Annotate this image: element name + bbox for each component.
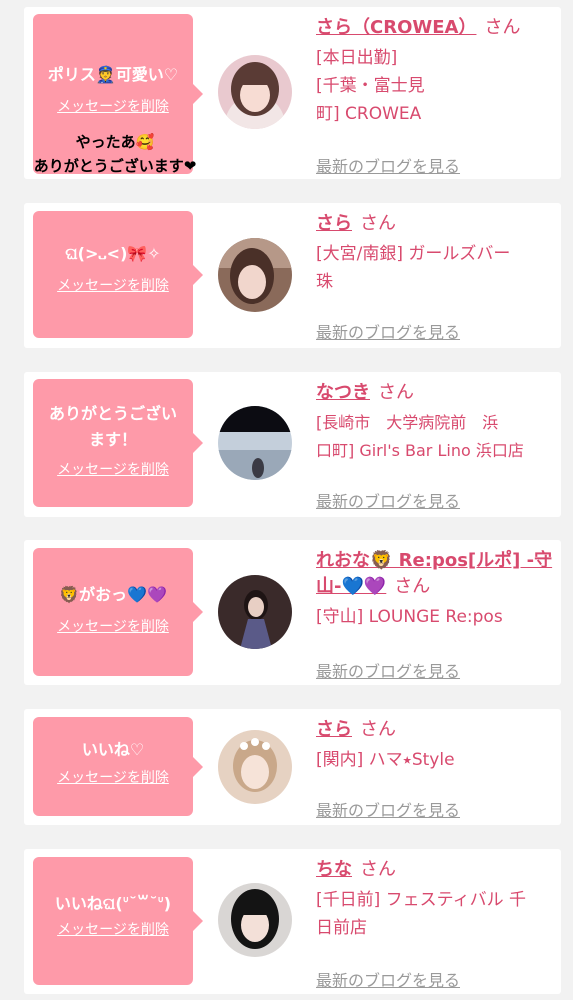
honorific: さん — [378, 382, 414, 403]
delete-message-link[interactable]: メッセージを削除 — [57, 275, 169, 295]
avatar[interactable] — [218, 55, 292, 129]
cast-info: さら（CROWEA） さん [本日出勤] [千葉・富士見 町] CROWEA 最新… — [316, 15, 554, 176]
cast-name-row: さら さん — [316, 211, 554, 237]
cast-info: さら さん [大宮/南銀] ガールズバー 珠 最新のブログを見る — [316, 211, 554, 342]
honorific: さん — [360, 719, 396, 740]
latest-blog-link[interactable]: 最新のブログを見る — [316, 319, 460, 343]
message-text: ポリス👮可愛い♡ — [47, 65, 179, 84]
cast-name-link[interactable]: なつき — [316, 382, 370, 403]
latest-blog-link[interactable]: 最新のブログを見る — [316, 797, 460, 821]
cast-info: さら さん [関内] ハマ⭑Style 最新のブログを見る — [316, 717, 554, 820]
message-text: 🦁がおっ💙💜 — [59, 585, 167, 604]
cast-name-row: れおな🦁 Re:pos[ルポ] -守山-💙💜 さん — [316, 548, 554, 600]
cast-name-link[interactable]: さら（CROWEA） — [316, 17, 476, 38]
message-bubble: ありがとうござい ます！ メッセージを削除 — [33, 379, 203, 507]
avatar-image — [218, 55, 292, 129]
message-bubble: ଘ(>᎑<)🎀✧ メッセージを削除 — [33, 211, 203, 338]
avatar[interactable] — [218, 575, 292, 649]
latest-blog-link[interactable]: 最新のブログを見る — [316, 658, 460, 682]
honorific: さん — [360, 213, 396, 234]
cast-name-link[interactable]: ちな — [316, 859, 352, 880]
latest-blog-link[interactable]: 最新のブログを見る — [316, 153, 460, 177]
avatar-image — [218, 406, 292, 480]
avatar[interactable] — [218, 238, 292, 312]
latest-blog-link[interactable]: 最新のブログを見る — [316, 488, 460, 512]
overlay-reply-text: やったあ🥰 ありがとうございます❤ — [33, 133, 197, 175]
latest-blog-link[interactable]: 最新のブログを見る — [316, 967, 460, 991]
cast-name-row: ちな さん — [316, 857, 554, 883]
shop-info: [本日出勤] [千葉・富士見 町] CROWEA — [316, 48, 425, 124]
delete-message-link[interactable]: メッセージを削除 — [57, 767, 169, 787]
honorific: さん — [484, 17, 521, 38]
avatar-image — [218, 238, 292, 312]
cast-name-link[interactable]: さら — [316, 213, 352, 234]
message-text: いいね♡ — [81, 740, 145, 759]
delete-message-link[interactable]: メッセージを削除 — [57, 919, 169, 939]
honorific: さん — [360, 859, 396, 880]
avatar[interactable] — [218, 730, 292, 804]
message-card: いいねଘ(ᐡ˘꒳˘ᐡ) メッセージを削除 ちな さん [千日前] フェスティバル … — [24, 849, 561, 994]
shop-info: [大宮/南銀] ガールズバー 珠 — [316, 244, 511, 292]
avatar-image — [218, 730, 292, 804]
cast-name-link[interactable]: れおな🦁 Re:pos[ルポ] -守山-💙💜 — [316, 550, 552, 597]
cast-name-row: さら（CROWEA） さん — [316, 15, 554, 41]
shop-info: [守山] LOUNGE Re:pos — [316, 607, 503, 627]
cast-info: れおな🦁 Re:pos[ルポ] -守山-💙💜 さん [守山] LOUNGE Re:… — [316, 548, 554, 681]
cast-name-link[interactable]: さら — [316, 719, 352, 740]
avatar-image — [218, 575, 292, 649]
cast-info: ちな さん [千日前] フェスティバル 千 日前店 最新のブログを見る — [316, 857, 554, 990]
message-card: 🦁がおっ💙💜 メッセージを削除 れおな🦁 Re:pos[ルポ] -守山-💙💜 さん… — [24, 540, 561, 685]
message-text: ଘ(>᎑<)🎀✧ — [65, 244, 161, 263]
message-bubble: いいね♡ メッセージを削除 — [33, 717, 203, 816]
cast-info: なつき さん [長崎市 大学病院前 浜 口町] Girl's Bar Lino 浜… — [316, 380, 554, 511]
honorific: さん — [394, 576, 431, 597]
delete-message-link[interactable]: メッセージを削除 — [57, 96, 169, 116]
delete-message-link[interactable]: メッセージを削除 — [57, 616, 169, 636]
message-bubble: 🦁がおっ💙💜 メッセージを削除 — [33, 548, 203, 676]
avatar[interactable] — [218, 883, 292, 957]
shop-info: [関内] ハマ⭑Style — [316, 750, 455, 770]
cast-name-row: さら さん — [316, 717, 554, 743]
message-card: ありがとうござい ます！ メッセージを削除 なつき さん [長崎市 大学病院前 浜… — [24, 372, 561, 517]
delete-message-link[interactable]: メッセージを削除 — [57, 459, 169, 479]
avatar-image — [218, 883, 292, 957]
avatar[interactable] — [218, 406, 292, 480]
message-bubble: いいねଘ(ᐡ˘꒳˘ᐡ) メッセージを削除 — [33, 857, 203, 985]
shop-info: [長崎市 大学病院前 浜 口町] Girl's Bar Lino 浜口店 — [316, 413, 524, 460]
cast-name-row: なつき さん — [316, 380, 554, 406]
message-card: いいね♡ メッセージを削除 さら さん [関内] ハマ⭑Style 最新のブログを… — [24, 709, 561, 825]
shop-info: [千日前] フェスティバル 千 日前店 — [316, 890, 527, 938]
message-card: ଘ(>᎑<)🎀✧ メッセージを削除 さら さん [大宮/南銀] ガールズバー 珠 … — [24, 203, 561, 348]
message-text: いいねଘ(ᐡ˘꒳˘ᐡ) — [54, 894, 172, 913]
message-text: ありがとうござい ます！ — [48, 404, 177, 449]
